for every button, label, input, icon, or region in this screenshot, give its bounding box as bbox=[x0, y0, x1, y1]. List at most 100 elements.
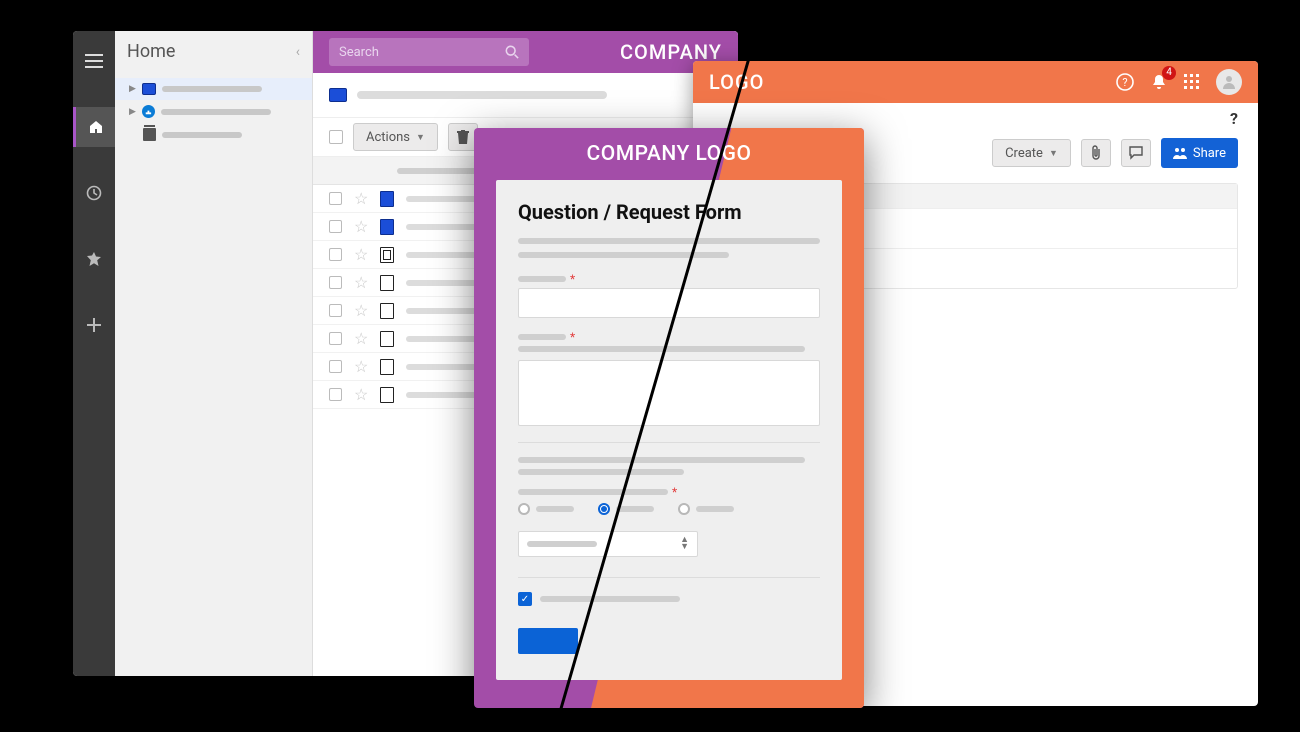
field-label: * bbox=[518, 276, 820, 282]
radio-label-placeholder bbox=[696, 506, 734, 512]
users-icon bbox=[1173, 147, 1187, 159]
paperclip-icon bbox=[1090, 145, 1102, 161]
star-icon[interactable]: ☆ bbox=[354, 385, 368, 404]
file-type-icon bbox=[380, 303, 394, 319]
create-dropdown-button[interactable]: Create ▼ bbox=[992, 139, 1071, 167]
form-description-placeholder bbox=[518, 238, 820, 244]
trash-icon bbox=[457, 130, 469, 144]
file-type-icon bbox=[380, 247, 394, 263]
breadcrumb bbox=[313, 73, 738, 117]
search-icon bbox=[505, 45, 519, 59]
row-checkbox[interactable] bbox=[329, 248, 342, 261]
top-bar: LOGO ? 4 bbox=[693, 61, 1258, 103]
divider bbox=[518, 442, 820, 443]
users-icon bbox=[142, 105, 155, 118]
tree-node-group[interactable]: ▶ bbox=[115, 100, 312, 123]
radio-icon bbox=[598, 503, 610, 515]
row-checkbox[interactable] bbox=[329, 388, 342, 401]
select-all-checkbox[interactable] bbox=[329, 130, 343, 144]
left-rail bbox=[73, 31, 115, 676]
star-icon[interactable]: ☆ bbox=[354, 301, 368, 320]
select-dropdown[interactable]: ▲▼ bbox=[518, 531, 698, 557]
actions-label: Actions bbox=[366, 130, 410, 145]
avatar[interactable] bbox=[1216, 69, 1242, 95]
home-icon bbox=[88, 119, 104, 135]
radio-group bbox=[518, 503, 820, 515]
row-checkbox[interactable] bbox=[329, 304, 342, 317]
search-field[interactable] bbox=[329, 38, 529, 66]
submit-button[interactable] bbox=[518, 628, 578, 654]
radio-option[interactable] bbox=[598, 503, 654, 515]
caret-right-icon: ▶ bbox=[129, 84, 136, 94]
textarea-input[interactable] bbox=[518, 360, 820, 426]
plus-icon bbox=[87, 318, 101, 332]
radio-label-placeholder bbox=[616, 506, 654, 512]
tree-title: Home bbox=[127, 41, 175, 62]
hamburger-menu-icon[interactable] bbox=[73, 41, 115, 81]
star-icon[interactable]: ☆ bbox=[354, 357, 368, 376]
folder-icon bbox=[329, 88, 347, 102]
divider bbox=[518, 577, 820, 578]
tree-node-trash[interactable] bbox=[115, 123, 312, 146]
radio-label-placeholder bbox=[536, 506, 574, 512]
field-help-placeholder bbox=[518, 346, 805, 352]
file-type-icon bbox=[380, 191, 394, 207]
row-checkbox[interactable] bbox=[329, 276, 342, 289]
text-input[interactable] bbox=[518, 288, 820, 318]
help-icon[interactable]: ? bbox=[1116, 73, 1134, 91]
clock-icon bbox=[86, 185, 102, 201]
required-marker: * bbox=[570, 334, 575, 340]
star-icon[interactable]: ☆ bbox=[354, 329, 368, 348]
tree-node-label-placeholder bbox=[161, 109, 271, 115]
star-icon[interactable]: ☆ bbox=[354, 273, 368, 292]
field-label: * bbox=[518, 489, 820, 495]
folder-tree-panel: Home ‹ ▶ ▶ bbox=[115, 31, 313, 676]
row-checkbox[interactable] bbox=[329, 220, 342, 233]
rail-item-recent[interactable] bbox=[73, 173, 115, 213]
radio-option[interactable] bbox=[518, 503, 574, 515]
file-type-icon bbox=[380, 359, 394, 375]
radio-option[interactable] bbox=[678, 503, 734, 515]
row-checkbox[interactable] bbox=[329, 192, 342, 205]
caret-right-icon: ▶ bbox=[129, 107, 136, 117]
share-label: Share bbox=[1193, 146, 1226, 161]
row-checkbox[interactable] bbox=[329, 360, 342, 373]
star-icon[interactable]: ☆ bbox=[354, 189, 368, 208]
form-card: Question / Request Form * * * ▲▼ bbox=[496, 180, 842, 680]
actions-dropdown-button[interactable]: Actions ▼ bbox=[353, 123, 438, 151]
star-icon[interactable]: ☆ bbox=[354, 217, 368, 236]
tree-node-label-placeholder bbox=[162, 132, 242, 138]
breadcrumb-placeholder bbox=[357, 91, 607, 99]
create-label: Create bbox=[1005, 146, 1043, 161]
rail-item-favorites[interactable] bbox=[73, 239, 115, 279]
file-type-icon bbox=[380, 219, 394, 235]
share-button[interactable]: Share bbox=[1161, 138, 1238, 168]
notifications-button[interactable]: 4 bbox=[1150, 73, 1168, 91]
search-input[interactable] bbox=[339, 45, 505, 60]
attach-button[interactable] bbox=[1081, 139, 1111, 167]
form-description-placeholder bbox=[518, 252, 729, 258]
tree-node-folder[interactable]: ▶ bbox=[115, 78, 312, 100]
rail-item-home[interactable] bbox=[73, 107, 115, 147]
user-icon bbox=[1221, 74, 1237, 90]
star-icon bbox=[86, 251, 102, 267]
checkbox-row[interactable]: ✓ bbox=[518, 592, 820, 606]
collapse-tree-icon[interactable]: ‹ bbox=[296, 44, 300, 60]
company-brand-right: LOGO bbox=[709, 70, 764, 94]
checkbox-label-placeholder bbox=[540, 596, 680, 602]
comment-icon bbox=[1129, 146, 1143, 160]
select-stepper-icon: ▲▼ bbox=[680, 537, 689, 551]
select-value-placeholder bbox=[527, 541, 597, 547]
folder-icon bbox=[142, 83, 156, 95]
trash-icon bbox=[143, 128, 156, 141]
comment-button[interactable] bbox=[1121, 139, 1151, 167]
file-type-icon bbox=[380, 387, 394, 403]
top-bar: COMPANY bbox=[313, 31, 738, 73]
rail-item-add[interactable] bbox=[73, 305, 115, 345]
tree-header: Home ‹ bbox=[115, 31, 312, 72]
apps-grid-icon[interactable] bbox=[1184, 74, 1200, 90]
row-checkbox[interactable] bbox=[329, 332, 342, 345]
request-form-modal: COMPANY LOGO Question / Request Form * *… bbox=[474, 128, 864, 708]
star-icon[interactable]: ☆ bbox=[354, 245, 368, 264]
section-text-placeholder bbox=[518, 457, 805, 463]
